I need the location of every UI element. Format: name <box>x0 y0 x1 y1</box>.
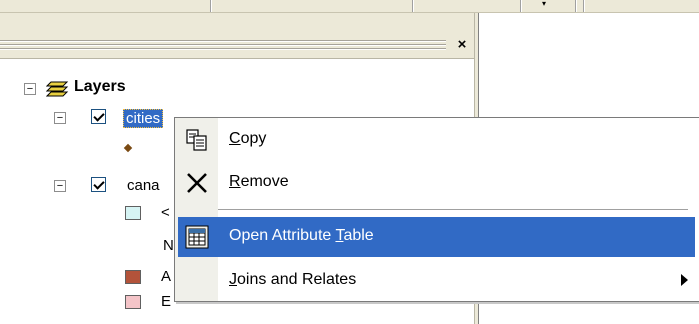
legend-swatch[interactable] <box>125 295 141 309</box>
menu-item-label: Open Attribute Table <box>229 227 374 244</box>
submenu-arrow-icon <box>681 274 688 286</box>
close-icon[interactable]: × <box>453 37 471 53</box>
menu-separator <box>218 209 688 211</box>
menu-item-open-attribute-table[interactable]: Open Attribute Table <box>178 217 695 257</box>
menu-item-copy[interactable]: Copy <box>178 120 695 160</box>
legend-label: < <box>161 204 170 221</box>
menu-item-remove[interactable]: Remove <box>178 163 695 203</box>
menu-item-label: Copy <box>229 130 267 147</box>
attribute-table-icon <box>185 225 209 249</box>
legend-swatch[interactable] <box>125 270 141 284</box>
toolbar-separator <box>412 0 414 12</box>
layers-icon <box>46 81 69 97</box>
visibility-checkbox-cities[interactable] <box>91 109 106 124</box>
dropdown-arrow-icon[interactable]: ▾ <box>542 0 546 8</box>
toolbar-separator <box>210 0 212 12</box>
point-symbol-icon <box>123 143 133 153</box>
layer-name-cities[interactable]: cities <box>123 109 164 128</box>
toolbar-separator <box>520 0 522 12</box>
menu-item-joins-and-relates[interactable]: Joins and Relates <box>178 261 695 301</box>
visibility-checkbox-canals[interactable] <box>91 177 106 192</box>
collapse-toggle-layers[interactable]: − <box>24 83 36 95</box>
legend-swatch[interactable] <box>125 206 141 220</box>
context-menu: Copy Remove Open Attribute Table Joins a… <box>174 117 699 302</box>
legend-label: E <box>161 293 172 310</box>
legend-label: N <box>163 237 174 254</box>
toolbar-separator <box>583 0 585 12</box>
layers-label: Layers <box>74 78 126 95</box>
layer-name-canals[interactable]: cana <box>127 177 160 194</box>
remove-x-icon <box>187 173 207 193</box>
menu-item-label: Remove <box>229 173 289 190</box>
collapse-toggle-cities[interactable]: − <box>54 112 66 124</box>
collapse-toggle-canals[interactable]: − <box>54 180 66 192</box>
drag-grip[interactable] <box>0 48 446 49</box>
toolbar-strip: ▾ <box>0 0 699 13</box>
toolbar-separator <box>575 0 577 12</box>
toc-title-bar[interactable]: × <box>0 13 478 59</box>
legend-label: A <box>161 268 172 285</box>
drag-grip[interactable] <box>0 40 446 41</box>
menu-item-label: Joins and Relates <box>229 271 357 288</box>
drag-grip[interactable] <box>0 44 446 45</box>
copy-icon <box>186 129 207 151</box>
